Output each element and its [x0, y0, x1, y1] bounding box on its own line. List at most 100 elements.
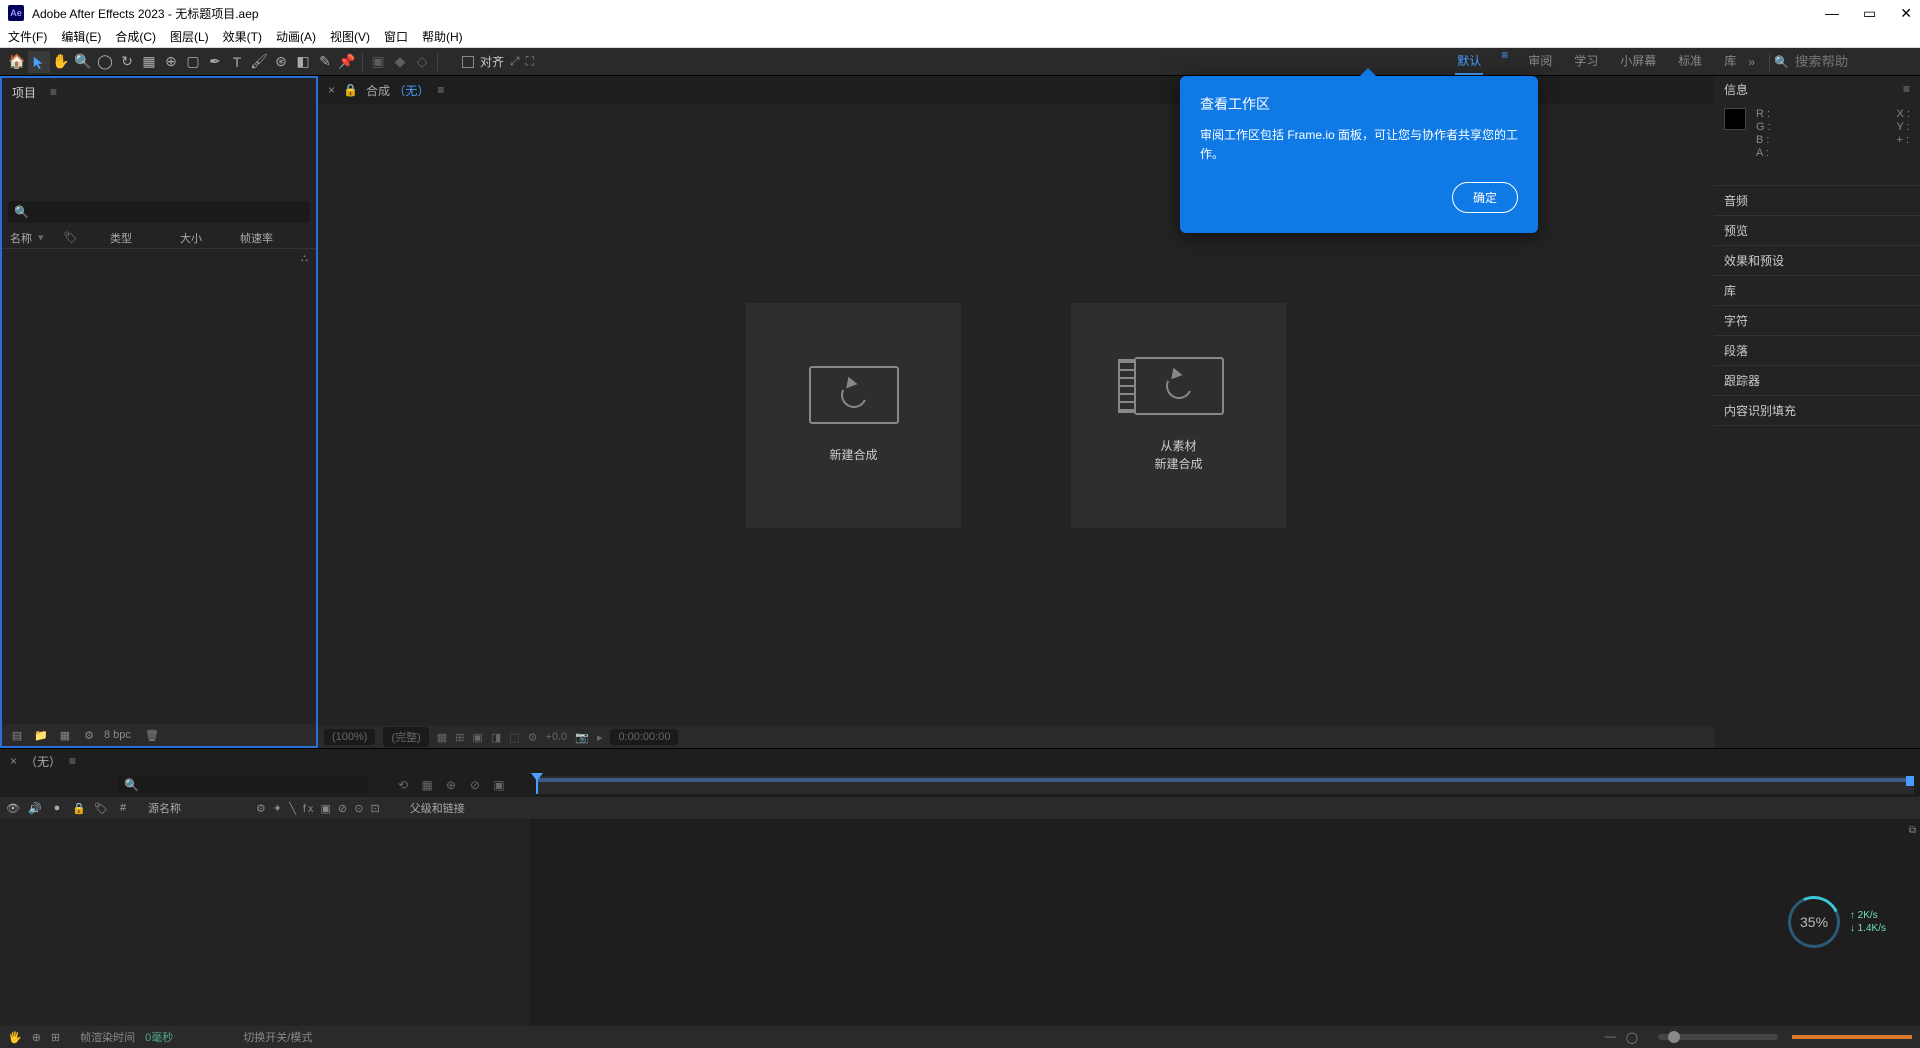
- home-tool[interactable]: 🏠: [6, 51, 28, 73]
- selection-tool[interactable]: [28, 51, 50, 73]
- maximize-button[interactable]: ▭: [1863, 5, 1876, 22]
- panel-effects[interactable]: 效果和预设: [1714, 246, 1920, 276]
- num-header-icon[interactable]: #: [116, 802, 130, 814]
- viewer-icon-4[interactable]: ◨: [491, 731, 501, 744]
- parent-header[interactable]: 父级和链接: [410, 800, 465, 816]
- snap-icon-2[interactable]: ⛶: [526, 54, 534, 69]
- lock-header-icon[interactable]: 🔒: [72, 802, 86, 815]
- new-composition-from-footage-card[interactable]: 从素材新建合成: [1071, 303, 1286, 528]
- tl-icon-4[interactable]: ⊘: [466, 776, 484, 794]
- viewer-icon-3[interactable]: ▣: [472, 731, 482, 744]
- label-header-icon[interactable]: 🏷: [94, 802, 108, 815]
- viewer-icon-2[interactable]: ⊞: [455, 731, 464, 744]
- menu-animation[interactable]: 动画(A): [276, 28, 316, 45]
- column-size[interactable]: 大小: [180, 230, 220, 246]
- text-tool[interactable]: T: [226, 51, 248, 73]
- settings-icon[interactable]: ⚙: [80, 727, 98, 743]
- info-panel-menu-icon[interactable]: ≡: [1903, 82, 1910, 96]
- menu-file[interactable]: 文件(F): [8, 28, 47, 45]
- tl-icon-1[interactable]: ⟲: [394, 776, 412, 794]
- menu-effect[interactable]: 效果(T): [223, 28, 262, 45]
- speaker-header-icon[interactable]: 🔊: [28, 802, 42, 815]
- camera-icon[interactable]: 📷: [575, 731, 589, 744]
- pan-behind-tool[interactable]: ⊕: [160, 51, 182, 73]
- zoom-dropdown[interactable]: (100%): [324, 729, 375, 745]
- menu-composition[interactable]: 合成(C): [115, 28, 156, 45]
- timeline-ruler[interactable]: [536, 776, 1914, 794]
- panel-tracker[interactable]: 跟踪器: [1714, 366, 1920, 396]
- panel-preview[interactable]: 预览: [1714, 216, 1920, 246]
- extra-tool-2[interactable]: ◆: [389, 51, 411, 73]
- tl-footer-icon-2[interactable]: ⊕: [32, 1031, 41, 1044]
- comp-panel-menu-icon[interactable]: ≡: [437, 83, 444, 97]
- zoom-out-icon[interactable]: —: [1605, 1031, 1616, 1043]
- project-list[interactable]: ⛬: [2, 249, 316, 724]
- menu-edit[interactable]: 编辑(E): [61, 28, 101, 45]
- roto-tool[interactable]: ✎: [314, 51, 336, 73]
- column-fps[interactable]: 帧速率: [240, 230, 273, 246]
- panel-content-aware[interactable]: 内容识别填充: [1714, 396, 1920, 426]
- new-composition-card[interactable]: 新建合成: [746, 303, 961, 528]
- menu-view[interactable]: 视图(V): [330, 28, 370, 45]
- clone-tool[interactable]: ⊛: [270, 51, 292, 73]
- workspace-library[interactable]: 库: [1722, 48, 1738, 75]
- solo-header-icon[interactable]: ●: [50, 802, 64, 814]
- timeline-tab-close[interactable]: ×: [10, 754, 17, 768]
- switch-mode-button[interactable]: 切换开关/模式: [243, 1029, 312, 1045]
- menu-window[interactable]: 窗口: [384, 28, 408, 45]
- info-panel-title[interactable]: 信息: [1724, 81, 1748, 98]
- eraser-tool[interactable]: ◧: [292, 51, 314, 73]
- snapshot-icon[interactable]: ▸: [597, 731, 603, 744]
- tl-icon-3[interactable]: ⊕: [442, 776, 460, 794]
- rotate-tool[interactable]: ↻: [116, 51, 138, 73]
- timecode-display[interactable]: 0:00:00:00: [610, 729, 678, 745]
- workspace-small[interactable]: 小屏幕: [1618, 48, 1658, 75]
- exposure-value[interactable]: +0.0: [546, 731, 568, 743]
- brush-tool[interactable]: 🖌: [248, 51, 270, 73]
- snap-icon[interactable]: ⤢: [510, 54, 520, 69]
- comp-tab-close[interactable]: ×: [328, 83, 335, 97]
- trash-icon[interactable]: 🗑: [143, 727, 161, 743]
- zoom-knob-icon[interactable]: ◯: [1626, 1031, 1638, 1044]
- work-area-bar[interactable]: [536, 778, 1910, 782]
- panel-audio[interactable]: 音频: [1714, 186, 1920, 216]
- menu-help[interactable]: 帮助(H): [422, 28, 463, 45]
- workspace-more[interactable]: »: [1748, 55, 1755, 69]
- column-type[interactable]: 类型: [110, 230, 160, 246]
- timeline-layers[interactable]: [0, 819, 530, 1026]
- panel-character[interactable]: 字符: [1714, 306, 1920, 336]
- help-search-input[interactable]: [1795, 54, 1895, 69]
- hand-tool[interactable]: ✋: [50, 51, 72, 73]
- extra-tool-1[interactable]: ▣: [367, 51, 389, 73]
- project-tab[interactable]: 项目: [12, 84, 36, 101]
- viewer-icon-1[interactable]: ▦: [437, 731, 447, 744]
- timeline-search[interactable]: 🔍: [118, 776, 368, 794]
- new-folder-icon[interactable]: 📁: [32, 727, 50, 743]
- snap-checkbox[interactable]: [462, 56, 474, 68]
- orbit-tool[interactable]: ◯: [94, 51, 116, 73]
- workspace-learn[interactable]: 学习: [1572, 48, 1600, 75]
- panel-paragraph[interactable]: 段落: [1714, 336, 1920, 366]
- project-search[interactable]: 🔍: [8, 201, 310, 223]
- workspace-review[interactable]: 审阅: [1526, 48, 1554, 75]
- timeline-tracks[interactable]: ⧉: [530, 819, 1920, 1026]
- timeline-tab[interactable]: （无）: [25, 753, 61, 770]
- work-area-end[interactable]: [1906, 776, 1914, 786]
- bpc-label[interactable]: 8 bpc: [104, 729, 131, 741]
- tl-footer-icon-1[interactable]: 🖐: [8, 1031, 22, 1044]
- tl-icon-5[interactable]: ▣: [490, 776, 508, 794]
- workspace-menu-icon[interactable]: ≡: [1501, 48, 1508, 75]
- shape-tool[interactable]: ▢: [182, 51, 204, 73]
- tl-icon-2[interactable]: ▦: [418, 776, 436, 794]
- minimize-button[interactable]: —: [1825, 5, 1839, 22]
- zoom-tool[interactable]: 🔍: [72, 51, 94, 73]
- timeline-nav-icon[interactable]: ⧉: [1909, 825, 1916, 836]
- flowchart-icon[interactable]: ⛬: [301, 253, 308, 264]
- puppet-tool[interactable]: 📌: [336, 51, 358, 73]
- interpret-footage-icon[interactable]: ▤: [8, 727, 26, 743]
- comp-tab-label[interactable]: 合成 （无）: [366, 82, 429, 99]
- panel-library[interactable]: 库: [1714, 276, 1920, 306]
- pen-tool[interactable]: ✒: [204, 51, 226, 73]
- timeline-menu-icon[interactable]: ≡: [69, 754, 76, 768]
- eye-header-icon[interactable]: 👁: [6, 802, 20, 815]
